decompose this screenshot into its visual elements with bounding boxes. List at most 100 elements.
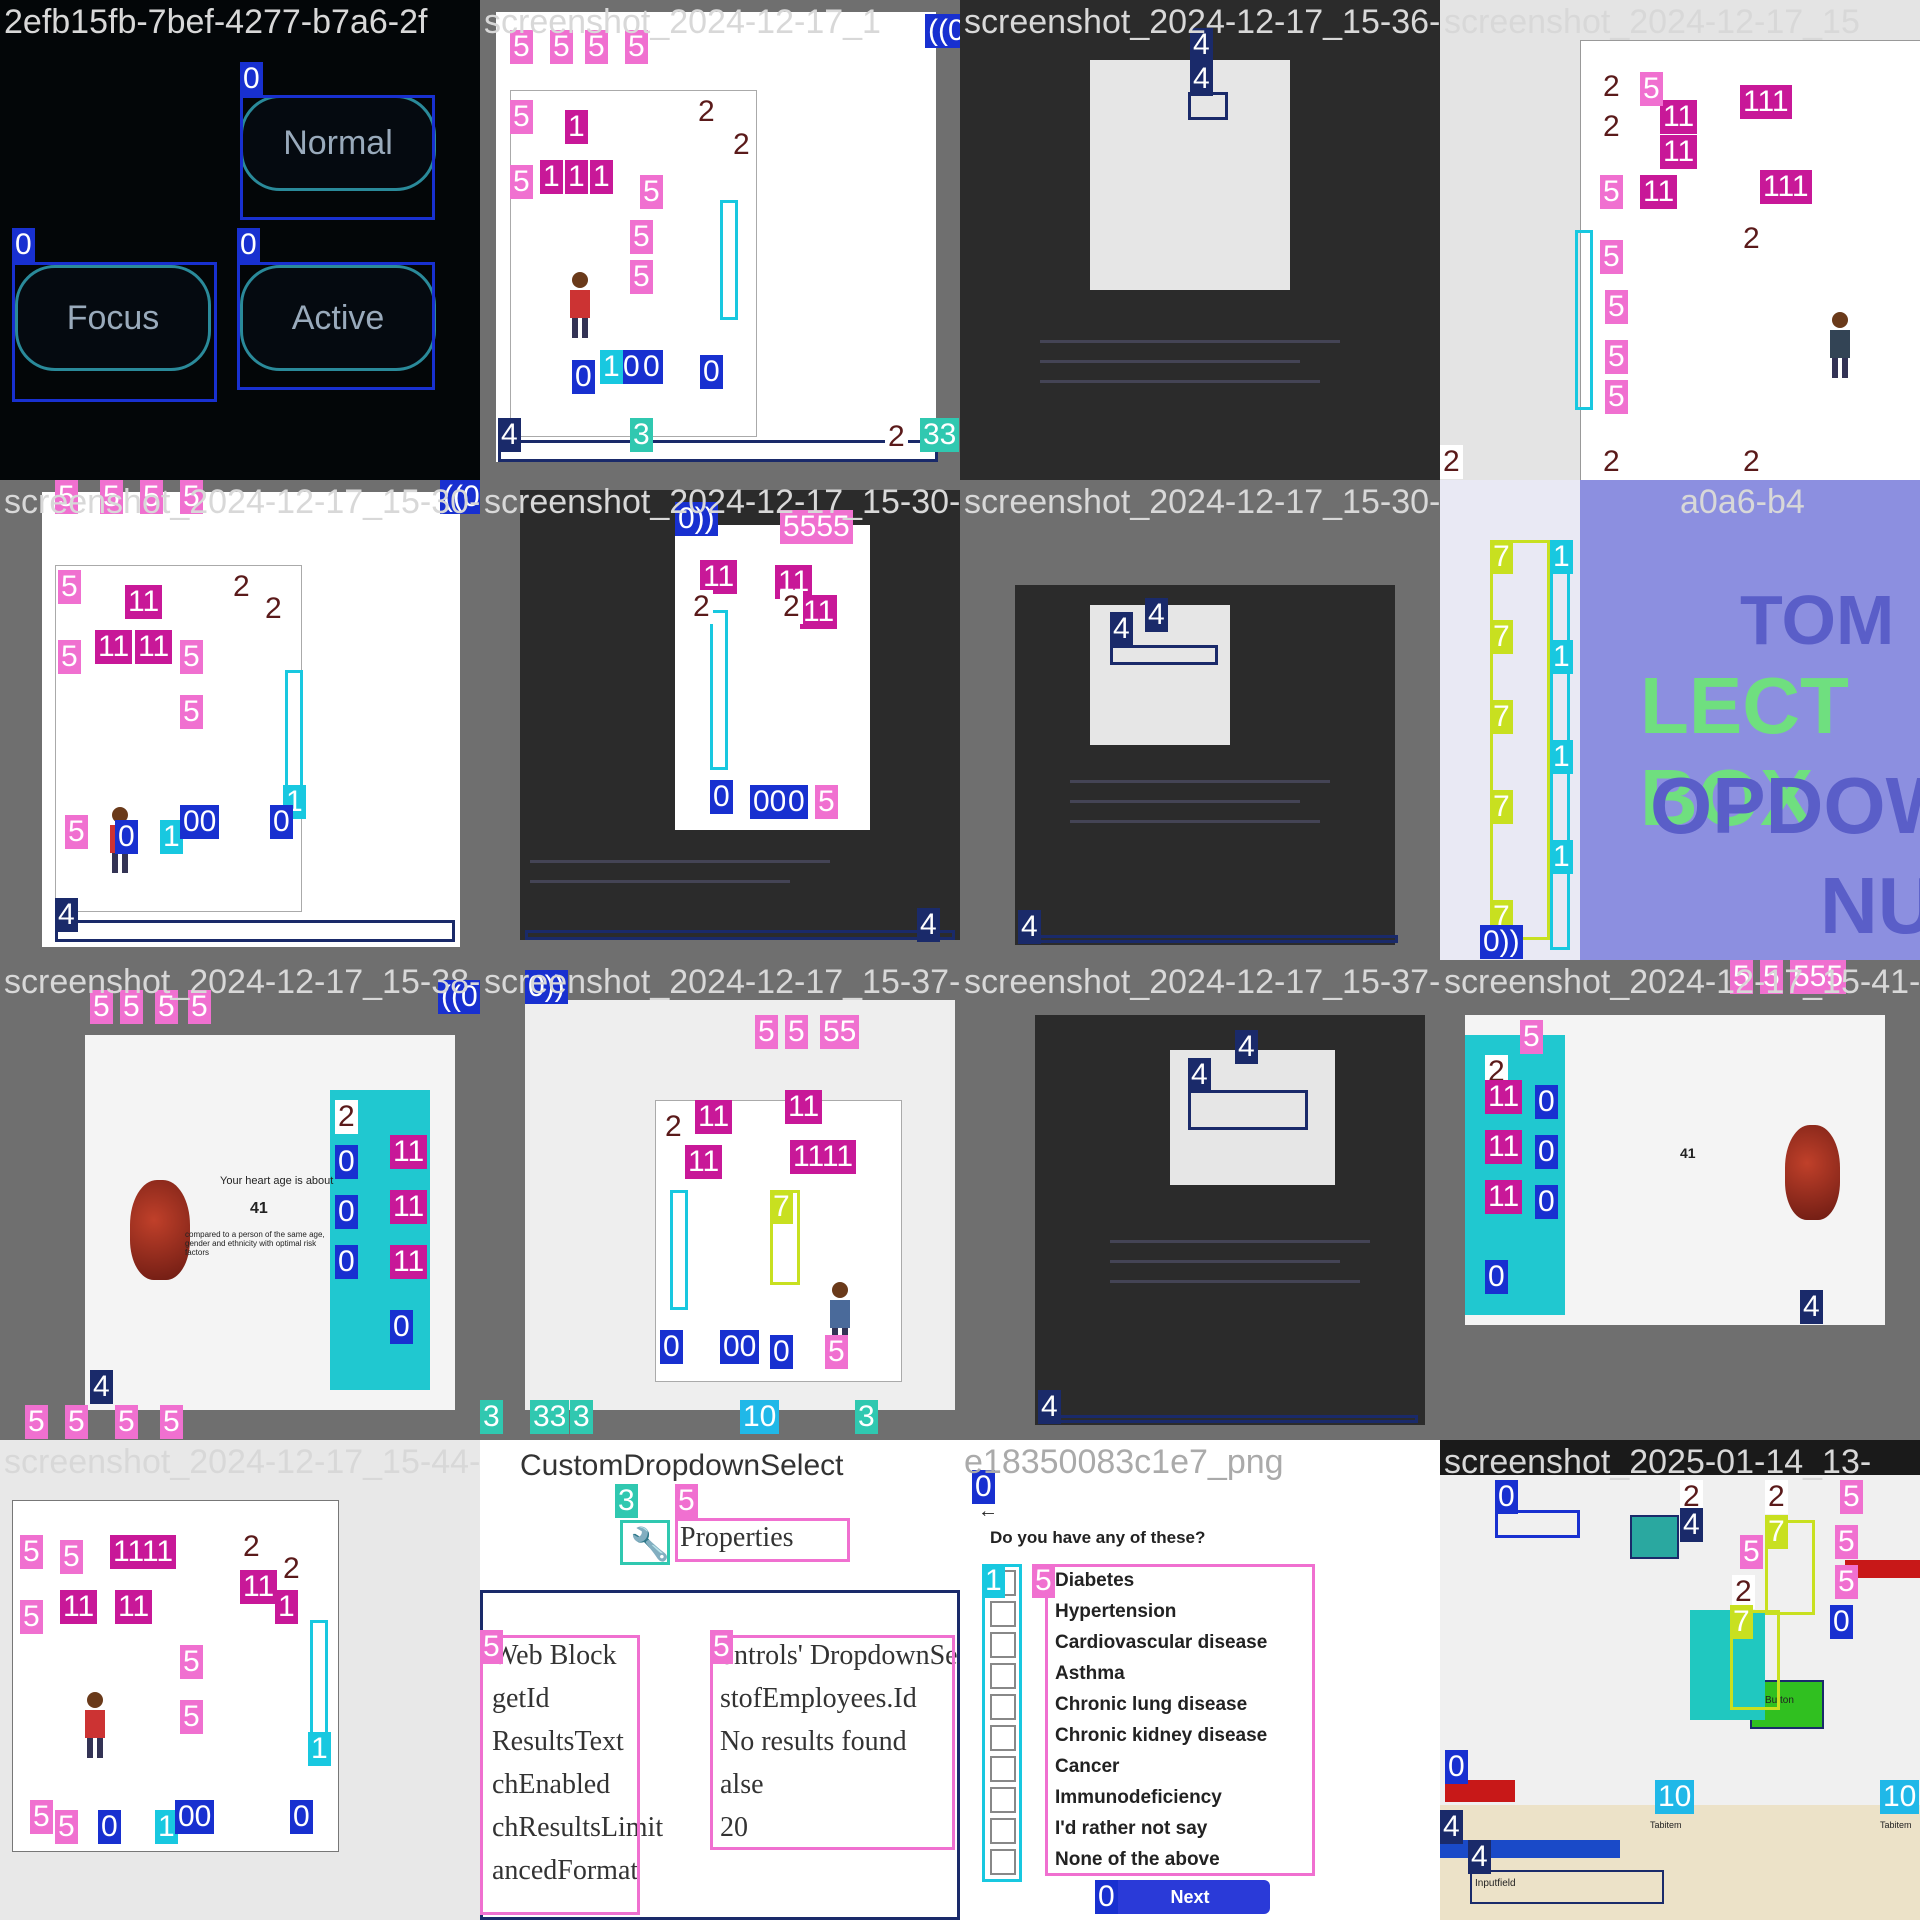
tag: 11 bbox=[135, 630, 173, 664]
tag: 5 bbox=[65, 1405, 88, 1439]
tag: 11 bbox=[695, 1100, 733, 1134]
code-line bbox=[1070, 800, 1300, 803]
code-line bbox=[1110, 1260, 1340, 1263]
tag: 2 bbox=[1740, 222, 1763, 256]
box-active bbox=[237, 262, 435, 390]
tag: 5 bbox=[1740, 1535, 1763, 1569]
code-line bbox=[1040, 340, 1340, 343]
box-wrench-icon bbox=[620, 1520, 670, 1565]
banner-line-1: TOM bbox=[1740, 581, 1895, 659]
code-line bbox=[530, 880, 790, 883]
tile-title: screenshot_2025-01-14_13- bbox=[1444, 1443, 1872, 1481]
tag: 2 bbox=[1765, 1480, 1788, 1514]
tag: 5 bbox=[640, 175, 663, 209]
banner-line-3: OPDOWN bbox=[1650, 761, 1920, 850]
annotation-mosaic: 2efb15fb-7bef-4277-b7a6-2f Normal Focus … bbox=[0, 0, 1920, 1920]
tag: 7 bbox=[1490, 790, 1513, 824]
code-line bbox=[1070, 820, 1320, 823]
heart-age-value: 41 bbox=[250, 1200, 268, 1217]
tile-title: screenshot_2024-12-17_15-30-34 bbox=[4, 483, 480, 521]
tag: 11 bbox=[1640, 175, 1678, 209]
box-checkbox-column bbox=[310, 1620, 328, 1740]
tile-title: screenshot_2024-12-17_15 bbox=[1444, 3, 1860, 41]
tag: 2 bbox=[230, 570, 253, 604]
tag: 11 bbox=[1660, 100, 1698, 134]
tag: 7 bbox=[1490, 700, 1513, 734]
tag: 5 bbox=[785, 1015, 808, 1049]
code-line bbox=[1040, 360, 1300, 363]
tag: 0)) bbox=[1480, 925, 1523, 959]
box-checkbox-column bbox=[1575, 230, 1593, 410]
box-input bbox=[1110, 645, 1218, 665]
heart-age-label: Your heart age is about bbox=[220, 1175, 334, 1187]
tile-title: screenshot_2024-12-17_1 bbox=[484, 3, 881, 41]
tag: 5 bbox=[30, 1800, 53, 1834]
tag: 0 bbox=[572, 360, 595, 394]
tag: 00 bbox=[175, 1800, 215, 1834]
tag: 11 bbox=[240, 1570, 278, 1604]
tag: 5 bbox=[630, 260, 653, 294]
tag: 0 bbox=[1485, 1260, 1508, 1294]
box-taskbar bbox=[1038, 1415, 1418, 1423]
tag: 2 bbox=[780, 590, 803, 624]
tag: 0 bbox=[335, 1245, 358, 1279]
tag: 2 bbox=[1440, 445, 1463, 479]
tag: 5 bbox=[1835, 1565, 1858, 1599]
question-title: Do you have any of these? bbox=[990, 1528, 1206, 1547]
tag: 5 bbox=[115, 1405, 138, 1439]
tag: 0 bbox=[700, 355, 723, 389]
tag: 1 bbox=[308, 1732, 331, 1766]
tag: 4 bbox=[1190, 62, 1213, 96]
tag: 4 bbox=[1468, 1840, 1491, 1874]
tag: 4 bbox=[1440, 1810, 1463, 1844]
tag: 0 bbox=[240, 62, 263, 96]
tile-title: screenshot_2024-12-17_15-44-11 bbox=[4, 1443, 480, 1481]
widget-tabs[interactable] bbox=[1440, 1840, 1620, 1858]
tag: 55 bbox=[820, 1015, 860, 1049]
tile-select-banner: TOM LECT BOX OPDOWN NU a0a6-b4 7 7 7 7 7… bbox=[1440, 480, 1920, 960]
tile-form-page-3: screenshot_2024-12-17_15-37-58 0)) 5 5 5… bbox=[480, 960, 960, 1440]
tag: 5 bbox=[1835, 1525, 1858, 1559]
tag: 11 bbox=[800, 595, 838, 629]
person-illustration bbox=[75, 1690, 115, 1760]
heart-age-note: compared to a person of the same age, ge… bbox=[185, 1230, 325, 1257]
tag: 5 bbox=[815, 785, 838, 819]
tile-heart-form: screenshot_2024-12-17_15 2 2 11 11 11 5 … bbox=[1440, 0, 1920, 480]
tag: 2 bbox=[1600, 110, 1623, 144]
next-button[interactable]: Next bbox=[1110, 1880, 1270, 1914]
tag: 5 bbox=[20, 1600, 43, 1634]
tile-title: screenshot_2024-12-17_15-37-58 bbox=[964, 963, 1440, 1001]
tile-ide-3: screenshot_2024-12-17_15-37-58 4 4 4 bbox=[960, 960, 1440, 1440]
tag: 0 bbox=[785, 785, 808, 819]
tile-title: screenshot_2024-12-17_15-30-42 bbox=[484, 483, 960, 521]
tag: 10 bbox=[1655, 1780, 1695, 1814]
tag: 0 bbox=[335, 1145, 358, 1179]
tile-heart-age: Your heart age is about 41 compared to a… bbox=[0, 960, 480, 1440]
tag: 0 bbox=[390, 1310, 413, 1344]
tag: 4 bbox=[90, 1370, 113, 1404]
tag: 11 bbox=[700, 560, 738, 594]
tag: 5 bbox=[180, 1700, 203, 1734]
box-properties-title bbox=[675, 1518, 850, 1562]
tag: 11 bbox=[95, 630, 133, 664]
box-taskbar bbox=[1018, 935, 1398, 943]
tag: 5 bbox=[710, 1630, 733, 1664]
tag: 5 bbox=[1640, 72, 1663, 106]
tag: 3 bbox=[630, 418, 653, 452]
tag: 5 bbox=[65, 815, 88, 849]
widget-teal bbox=[1630, 1515, 1679, 1559]
tag: 2 bbox=[262, 592, 285, 626]
tag: 0 bbox=[1535, 1185, 1558, 1219]
tag: 2 bbox=[695, 95, 718, 129]
tag: 5 bbox=[1520, 1020, 1543, 1054]
tag: 11 bbox=[390, 1135, 428, 1169]
tag: 1 bbox=[590, 160, 613, 194]
tag: 10 bbox=[740, 1400, 780, 1434]
tag: 5 bbox=[1600, 175, 1623, 209]
tag: 00 bbox=[750, 785, 790, 819]
tag: 0 bbox=[115, 820, 138, 854]
tag: 7 bbox=[1765, 1515, 1788, 1549]
heart-image bbox=[130, 1180, 190, 1280]
tag: ((0 bbox=[925, 14, 960, 48]
tag: 5 bbox=[1605, 290, 1628, 324]
